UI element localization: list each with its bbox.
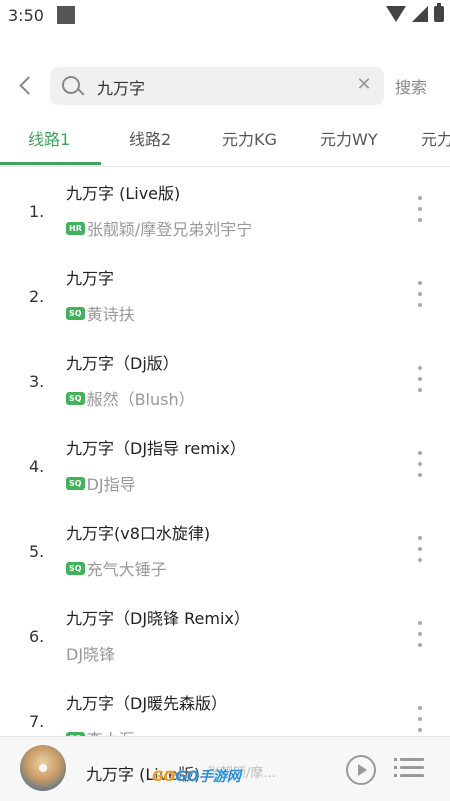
more-options-icon[interactable] (412, 706, 428, 732)
quality-badge: SQ (66, 306, 85, 320)
battery-icon (434, 3, 444, 22)
song-list: 1. 九万字 (Live版) HR 张靓颖/摩登兄弟刘宇宁 2. 九万字 SQ 黄诗… (0, 166, 450, 736)
song-title: 九万字 (Live版) (66, 184, 181, 203)
source-tabs: 线路1 线路2 元力KG 元力WY 元力 (0, 116, 450, 167)
more-options-icon[interactable] (412, 196, 428, 222)
wifi-icon (386, 6, 406, 22)
tab-indicator (0, 162, 101, 165)
song-subtitle: SQ李小汇 (66, 726, 135, 736)
song-row[interactable]: 3. 九万字（Dj版） SQ 赧然（Blush） (0, 336, 450, 421)
back-button[interactable] (12, 72, 38, 98)
song-artist: 充气大锤子 (86, 560, 167, 579)
song-artist: 张靓颖/摩登兄弟刘宇宁 (86, 220, 253, 239)
more-options-icon[interactable] (412, 281, 428, 307)
more-options-icon[interactable] (412, 621, 428, 647)
play-icon[interactable] (346, 755, 376, 785)
tab-yuanli-kg[interactable]: 元力KG (222, 126, 277, 150)
status-icons (386, 3, 444, 22)
album-art[interactable] (20, 745, 66, 791)
song-index: 3. (29, 372, 45, 391)
song-title: 九万字（Dj版） (66, 354, 179, 373)
song-row[interactable]: 6. 九万字（DJ晓锋 Remix） DJ晓锋 (0, 591, 450, 676)
song-title: 九万字（DJ晓锋 Remix） (66, 609, 250, 628)
song-subtitle: DJ晓锋 (66, 641, 115, 665)
song-row[interactable]: 5. 九万字(v8口水旋律) SQ 充气大锤子 (0, 506, 450, 591)
search-box[interactable]: ✕ (50, 67, 384, 107)
notification-icon (57, 6, 75, 24)
song-subtitle: SQ 赧然（Blush） (66, 386, 195, 410)
song-index: 4. (29, 457, 45, 476)
quality-badge: SQ (66, 561, 85, 575)
song-title: 九万字（DJ暖先森版） (66, 694, 228, 713)
tab-route-2[interactable]: 线路2 (129, 126, 171, 150)
song-artist: DJ晓锋 (66, 645, 116, 664)
song-subtitle: SQ 充气大锤子 (66, 556, 167, 580)
quality-badge: SQ (66, 391, 85, 405)
song-index: 2. (29, 287, 45, 306)
song-index: 1. (29, 202, 45, 221)
song-index: 7. (29, 712, 45, 731)
song-row[interactable]: 7. 九万字（DJ暖先森版） SQ李小汇 (0, 676, 450, 736)
song-title: 九万字(v8口水旋律) (66, 524, 211, 543)
quality-badge: SQ (66, 476, 85, 490)
song-subtitle: HR 张靓颖/摩登兄弟刘宇宁 (66, 216, 252, 240)
search-input[interactable] (95, 67, 349, 107)
tab-route-1[interactable]: 线路1 (28, 126, 70, 150)
song-row[interactable]: 4. 九万字（DJ指导 remix） SQ DJ指导 (0, 421, 450, 506)
song-index: 5. (29, 542, 45, 561)
search-icon (62, 76, 80, 94)
back-chevron-icon (18, 75, 38, 95)
status-time: 3:50 (8, 6, 44, 25)
song-subtitle: SQ DJ指导 (66, 471, 136, 495)
signal-icon (412, 6, 428, 22)
playlist-icon[interactable] (394, 755, 424, 781)
search-button[interactable]: 搜索 (395, 74, 427, 98)
quality-badge: HR (66, 221, 85, 235)
song-artist: 李小汇 (87, 726, 135, 736)
more-options-icon[interactable] (412, 366, 428, 392)
song-index: 6. (29, 627, 45, 646)
clear-icon[interactable]: ✕ (354, 75, 374, 95)
song-artist: 赧然（Blush） (86, 390, 195, 409)
song-row[interactable]: 1. 九万字 (Live版) HR 张靓颖/摩登兄弟刘宇宁 (0, 166, 450, 251)
song-title: 九万字 (66, 269, 115, 288)
song-artist: 黄诗扶 (86, 305, 135, 324)
more-options-icon[interactable] (412, 451, 428, 477)
song-title: 九万字（DJ指导 remix） (66, 439, 246, 458)
status-bar: 3:50 (0, 0, 450, 32)
song-row[interactable]: 2. 九万字 SQ 黄诗扶 (0, 251, 450, 336)
tab-yuanli-more[interactable]: 元力 (421, 126, 450, 150)
search-row: ✕ 搜索 (0, 64, 450, 108)
more-options-icon[interactable] (412, 536, 428, 562)
song-subtitle: SQ 黄诗扶 (66, 301, 135, 325)
tab-yuanli-wy[interactable]: 元力WY (320, 126, 378, 150)
watermark-logo: GOGO手游网 (152, 769, 241, 785)
song-artist: DJ指导 (86, 475, 136, 494)
